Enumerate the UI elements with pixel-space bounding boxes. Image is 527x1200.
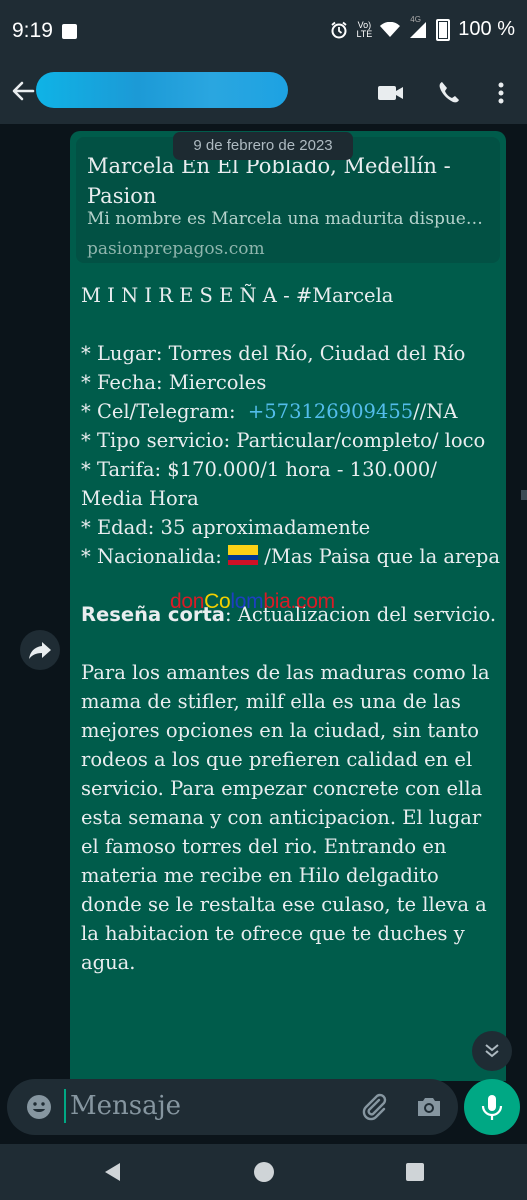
line-nacionalidad: * Nacionalida: /Mas Paisa que la arepa bbox=[81, 545, 501, 568]
chat-header bbox=[0, 64, 527, 124]
contact-name-redacted[interactable] bbox=[36, 72, 288, 108]
notification-icon bbox=[62, 24, 77, 39]
voice-call-icon[interactable] bbox=[435, 78, 465, 108]
camera-icon[interactable] bbox=[414, 1092, 444, 1122]
battery-level: 100 % bbox=[458, 18, 515, 40]
video-call-icon[interactable] bbox=[376, 78, 406, 108]
forward-button[interactable] bbox=[20, 630, 60, 670]
message-input[interactable] bbox=[68, 1090, 352, 1122]
scroll-down-button[interactable] bbox=[472, 1031, 512, 1071]
scrollbar[interactable] bbox=[521, 490, 527, 500]
status-icons: Vo) LTE 4G 100 % bbox=[330, 15, 515, 41]
volte-icon: Vo) LTE bbox=[356, 19, 373, 39]
line-cel: * Cel/Telegram: +573126909455//NA bbox=[81, 400, 458, 423]
date-chip: 9 de febrero de 2023 bbox=[173, 132, 353, 160]
text-caret bbox=[64, 1089, 66, 1123]
line-tarifa: * Tarifa: $170.000/1 hora - 130.000/ Med… bbox=[81, 458, 437, 510]
wifi-icon bbox=[380, 21, 401, 37]
review-heading: M I N I R E S E Ñ A - #Marcela bbox=[81, 284, 394, 307]
battery-icon bbox=[436, 18, 451, 41]
nav-recents-icon[interactable] bbox=[406, 1163, 424, 1181]
message-text: M I N I R E S E Ñ A - #Marcela * Lugar: … bbox=[81, 281, 501, 977]
nav-back-icon[interactable] bbox=[101, 1160, 125, 1184]
double-chevron-down-icon bbox=[485, 1044, 499, 1058]
back-arrow-icon[interactable] bbox=[8, 76, 38, 106]
link-preview-description: Mi nombre es Marcela una madurita dispue… bbox=[87, 209, 487, 229]
status-bar: 9:19 Vo) LTE 4G 100 % bbox=[0, 0, 527, 64]
microphone-icon bbox=[481, 1095, 503, 1120]
colombia-flag-icon bbox=[228, 545, 259, 565]
link-preview-title: Marcela En El Poblado, Medellín - Pasion bbox=[87, 154, 451, 208]
line-edad: * Edad: 35 aproximadamente bbox=[81, 516, 371, 539]
cell-signal-icon: 4G bbox=[408, 15, 428, 39]
link-preview-domain: pasionprepagos.com bbox=[87, 239, 265, 259]
nav-home-icon[interactable] bbox=[254, 1162, 274, 1182]
emoji-icon[interactable] bbox=[25, 1093, 53, 1121]
system-nav-bar bbox=[0, 1144, 527, 1200]
watermark: donColombia.com bbox=[170, 590, 335, 613]
line-lugar: * Lugar: Torres del Río, Ciudad del Río bbox=[81, 342, 466, 365]
phone-link[interactable]: +573126909455 bbox=[248, 400, 413, 423]
attach-icon[interactable] bbox=[359, 1092, 389, 1122]
message-input-container[interactable] bbox=[7, 1079, 458, 1135]
status-time: 9:19 bbox=[12, 19, 53, 42]
alarm-icon bbox=[331, 21, 348, 38]
more-options-icon[interactable] bbox=[486, 78, 516, 108]
voice-message-button[interactable] bbox=[464, 1079, 520, 1135]
review-body: Para los amantes de las maduras como la … bbox=[81, 661, 490, 974]
line-tipo: * Tipo servicio: Particular/completo/ lo… bbox=[81, 429, 486, 452]
forward-icon bbox=[29, 642, 51, 659]
line-fecha: * Fecha: Miercoles bbox=[81, 371, 267, 394]
